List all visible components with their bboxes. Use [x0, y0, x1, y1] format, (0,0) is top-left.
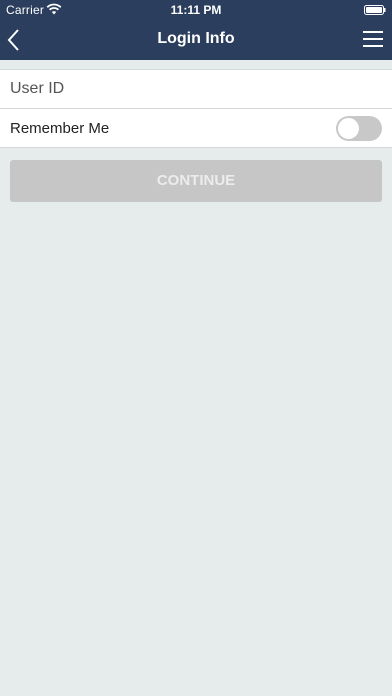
hamburger-menu-icon[interactable] — [362, 30, 384, 48]
toggle-knob — [338, 118, 359, 139]
battery-icon — [364, 5, 386, 15]
status-bar: Carrier 11:11 PM — [0, 0, 392, 20]
user-id-input[interactable] — [10, 70, 382, 108]
login-form: Remember Me — [0, 69, 392, 148]
continue-button[interactable]: CONTINUE — [10, 160, 382, 202]
remember-me-label: Remember Me — [10, 120, 110, 137]
status-time: 11:11 PM — [170, 3, 222, 17]
user-id-row — [0, 70, 392, 108]
nav-bar: Login Info — [0, 20, 392, 60]
remember-me-row: Remember Me — [0, 108, 392, 147]
page-title: Login Info — [157, 30, 235, 47]
remember-me-toggle[interactable] — [336, 116, 382, 141]
